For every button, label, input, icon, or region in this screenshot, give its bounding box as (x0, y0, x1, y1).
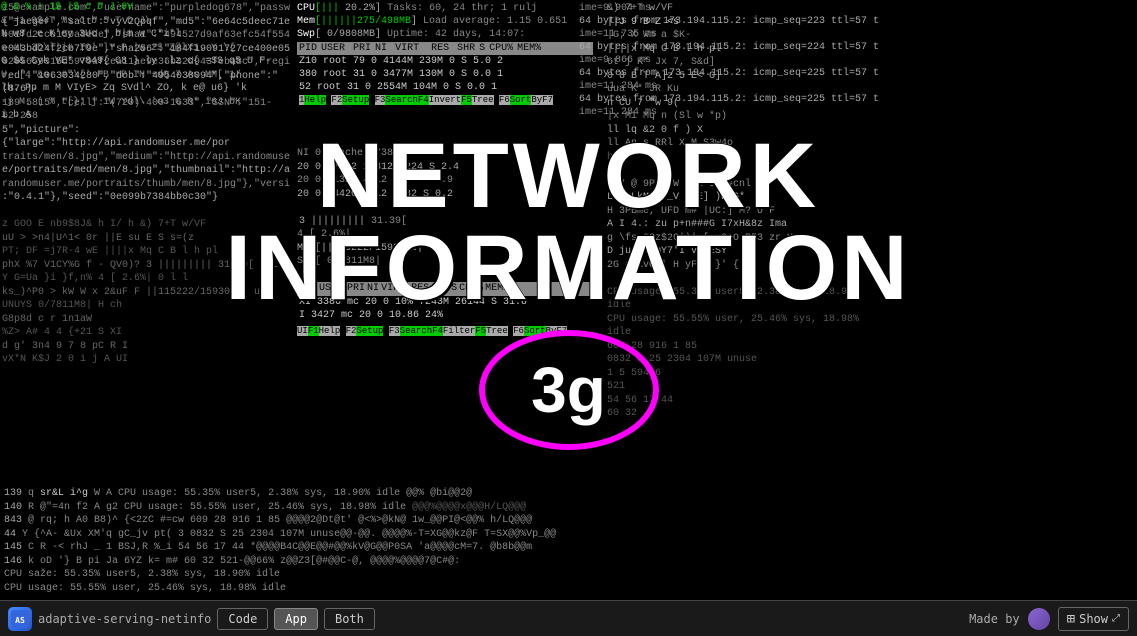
tab-app[interactable]: App (274, 608, 318, 630)
app-logo-icon: AS (11, 610, 29, 628)
terminal-ping: ime=9.904 ms 64 bytes from 173.194.115.2… (577, 0, 1137, 145)
signal-label: 3g (531, 353, 606, 427)
terminal-bottom-lines: 139 q sr&L i^g W A CPU usage: 55.35% use… (0, 485, 1137, 600)
svg-text:AS: AS (15, 616, 25, 625)
app-info: AS adaptive-serving-netinfo Code App Bot… (8, 607, 375, 631)
signal-strength-indicator: 3g (479, 330, 659, 450)
tab-code[interactable]: Code (217, 608, 268, 630)
show-label: Show (1079, 612, 1108, 626)
app-name-label: adaptive-serving-netinfo (38, 612, 211, 626)
terminal-background: 15@example.com","username":"purpledog678… (0, 0, 1137, 636)
bottom-toolbar: AS adaptive-serving-netinfo Code App Bot… (0, 600, 1137, 636)
show-button[interactable]: ⊞ Show ⤢ (1058, 607, 1129, 631)
bottom-right-section: Made by ⊞ Show ⤢ (969, 607, 1129, 631)
made-by-label: Made by (969, 612, 1020, 626)
expand-icon: ⤢ (1112, 613, 1120, 624)
terminal-htop: CPU[||| 20.2%] Tasks: 60, 24 thr; 1 rulj… (295, 0, 595, 145)
app-icon: AS (8, 607, 32, 631)
tab-both[interactable]: Both (324, 608, 375, 630)
author-avatar (1028, 608, 1050, 630)
show-icon: ⊞ (1067, 611, 1075, 627)
